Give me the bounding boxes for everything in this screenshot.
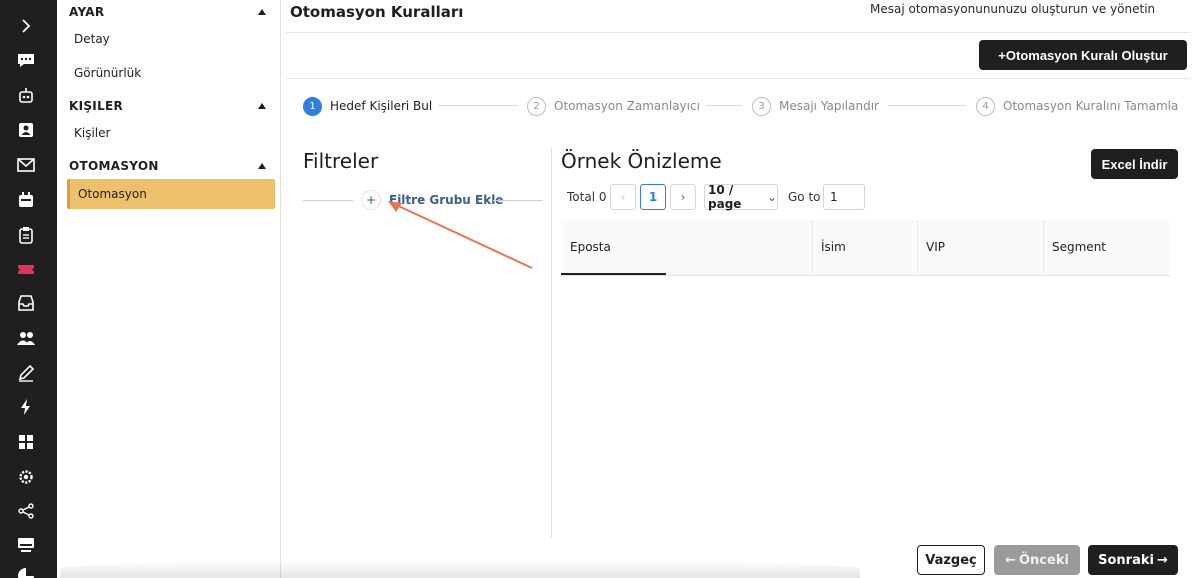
- section-title: OTOMASYON: [69, 159, 159, 173]
- step-connector: [438, 105, 518, 106]
- column-header-segment[interactable]: Segment: [1043, 220, 1170, 274]
- share-icon[interactable]: [14, 499, 38, 523]
- inbox-icon[interactable]: [14, 291, 38, 315]
- step-label: Otomasyon Zamanlayıcı: [554, 99, 700, 113]
- step-label: Mesajı Yapılandır: [779, 99, 879, 113]
- keyboard-icon[interactable]: [14, 532, 38, 556]
- filters-heading: Filtreler: [303, 149, 379, 173]
- settings-sidebar: AYAR Detay Görünürlük KIŞILER Kişiler OT…: [57, 0, 281, 578]
- step-number: 1: [303, 96, 322, 116]
- step-2[interactable]: 2 Otomasyon Zamanlayıcı: [527, 96, 700, 116]
- sidebar-item-kisiler[interactable]: Kişiler: [67, 118, 275, 148]
- sidebar-item-detay[interactable]: Detay: [67, 24, 275, 54]
- next-label: Sonraki: [1098, 552, 1154, 568]
- preview-table-header: Eposta İsim VIP Segment: [561, 220, 1170, 276]
- arrow-left-icon: ←: [1005, 552, 1016, 568]
- page-size-select[interactable]: 10 / page ⌄: [704, 183, 778, 211]
- prev-page-button[interactable]: ‹: [610, 184, 636, 210]
- users-icon[interactable]: [14, 326, 38, 350]
- robot-icon[interactable]: [14, 84, 38, 108]
- section-title: AYAR: [69, 5, 105, 19]
- chevron-down-icon: ⌄: [766, 190, 777, 204]
- sidebar-item-gorunurluk[interactable]: Görünürlük: [67, 58, 275, 88]
- app-window: AYAR Detay Görünürlük KIŞILER Kişiler OT…: [0, 0, 1194, 578]
- next-page-button[interactable]: ›: [670, 184, 696, 210]
- arrow-right-icon: →: [1156, 552, 1168, 568]
- chevron-right-icon[interactable]: [14, 14, 38, 38]
- page-title: Otomasyon Kuralları: [290, 3, 464, 21]
- step-3[interactable]: 3 Mesajı Yapılandır: [752, 96, 879, 116]
- section-otomasyon[interactable]: OTOMASYON: [69, 156, 270, 176]
- goto-label: Go to: [788, 190, 821, 204]
- gear-icon[interactable]: [14, 465, 38, 489]
- column-divider: [551, 148, 552, 538]
- collapse-caret-icon[interactable]: [258, 103, 266, 109]
- pagination-total: Total 0: [567, 190, 607, 204]
- sidebar-item-otomasyon[interactable]: Otomasyon: [67, 179, 275, 209]
- step-1[interactable]: 1 Hedef Kişileri Bul: [303, 96, 432, 116]
- page-size-value: 10 / page: [708, 183, 742, 211]
- annotation-arrow: [388, 201, 533, 269]
- cancel-button[interactable]: Vazgeç: [917, 545, 985, 575]
- icon-rail: [0, 0, 57, 578]
- step-connector: [888, 105, 966, 106]
- filter-divider-left: [303, 200, 353, 201]
- preview-heading: Örnek Önizleme: [561, 149, 722, 173]
- column-header-isim[interactable]: İsim: [812, 220, 917, 274]
- step-number: 2: [527, 96, 546, 116]
- column-header-eposta[interactable]: Eposta: [561, 220, 812, 274]
- excel-download-button[interactable]: Excel İndir: [1091, 149, 1178, 179]
- section-title: KIŞILER: [69, 99, 124, 113]
- step-label: Hedef Kişileri Bul: [330, 99, 433, 113]
- header-divider: [286, 32, 1190, 33]
- collapse-caret-icon[interactable]: [258, 9, 266, 15]
- step-4[interactable]: 4 Otomasyon Kuralını Tamamla: [976, 96, 1178, 116]
- lightning-icon[interactable]: [14, 395, 38, 419]
- pen-icon[interactable]: [14, 361, 38, 385]
- column-header-vip[interactable]: VIP: [917, 220, 1043, 274]
- footer-shadow: [60, 560, 860, 578]
- goto-input[interactable]: 1: [823, 184, 865, 210]
- next-button[interactable]: Sonraki →: [1088, 545, 1178, 575]
- calendar-icon[interactable]: [14, 188, 38, 212]
- step-label: Otomasyon Kuralını Tamamla: [1003, 99, 1179, 113]
- step-connector: [706, 105, 742, 106]
- contact-card-icon[interactable]: [14, 118, 38, 142]
- step-number: 4: [976, 96, 995, 116]
- chat-icon[interactable]: [14, 48, 38, 72]
- plus-icon: +: [362, 191, 380, 209]
- create-rule-button[interactable]: +Otomasyon Kuralı Oluştur: [979, 40, 1187, 70]
- grid-icon[interactable]: [14, 430, 38, 454]
- previous-button[interactable]: ← Önceki: [994, 545, 1080, 575]
- page-subtitle: Mesaj otomasyonununuzu oluşturun ve yöne…: [870, 2, 1156, 16]
- previous-label: Önceki: [1018, 552, 1069, 568]
- mail-icon[interactable]: [14, 153, 38, 177]
- clipboard-icon[interactable]: [14, 223, 38, 247]
- section-kisiler[interactable]: KIŞILER: [69, 96, 270, 116]
- pie-chart-icon[interactable]: [14, 562, 38, 578]
- page-1-button[interactable]: 1: [640, 184, 666, 210]
- toolbar-divider: [286, 78, 1190, 79]
- collapse-caret-icon[interactable]: [258, 163, 266, 169]
- step-number: 3: [752, 96, 771, 116]
- ticket-icon[interactable]: [14, 257, 38, 281]
- active-column-indicator: [561, 273, 666, 275]
- section-ayar[interactable]: AYAR: [69, 2, 270, 22]
